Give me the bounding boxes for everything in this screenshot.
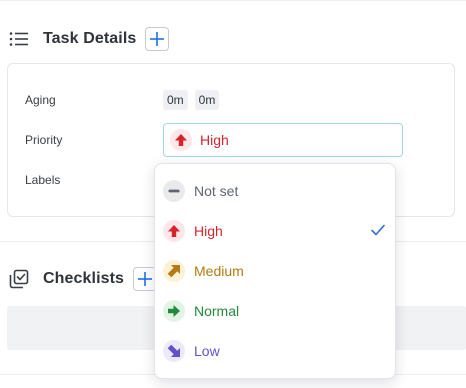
aging-values: 0m 0m: [163, 90, 220, 110]
task-details-header: Task Details: [8, 24, 170, 54]
arrow-up-icon: [163, 220, 185, 242]
arrow-down-right-icon: [163, 340, 185, 362]
aging-chip: 0m: [194, 90, 220, 110]
add-task-detail-button[interactable]: [145, 27, 170, 51]
minus-icon: [163, 180, 185, 202]
checkmark-icon: [371, 223, 385, 241]
labels-label: Labels: [25, 173, 61, 187]
priority-option-medium[interactable]: Medium: [155, 251, 395, 291]
priority-option-label: High: [194, 223, 223, 239]
checklists-header: Checklists: [8, 264, 158, 294]
priority-option-not-set[interactable]: Not set: [155, 171, 395, 211]
priority-option-label: Low: [194, 343, 220, 359]
plus-icon: [138, 272, 153, 286]
priority-option-label: Normal: [194, 303, 240, 319]
top-divider: [0, 0, 466, 1]
list-icon: [8, 28, 30, 50]
task-details-title: Task Details: [43, 30, 137, 47]
priority-value: High: [200, 132, 229, 148]
arrow-up-icon: [170, 129, 192, 151]
plus-icon: [150, 32, 165, 46]
priority-option-high[interactable]: High: [155, 211, 395, 251]
aging-label: Aging: [25, 93, 56, 107]
priority-option-low[interactable]: Low: [155, 331, 395, 371]
arrow-right-icon: [163, 300, 185, 322]
aging-chip: 0m: [163, 90, 188, 110]
priority-option-label: Medium: [194, 263, 244, 279]
checklists-title: Checklists: [43, 270, 125, 287]
checklist-icon: [8, 268, 30, 290]
priority-label: Priority: [25, 133, 63, 147]
priority-option-label: Not set: [194, 183, 239, 199]
priority-select[interactable]: High: [163, 123, 403, 157]
priority-option-normal[interactable]: Normal: [155, 291, 395, 331]
priority-dropdown: Not set High Medium Normal Low: [154, 163, 396, 379]
arrow-up-right-icon: [163, 260, 185, 282]
